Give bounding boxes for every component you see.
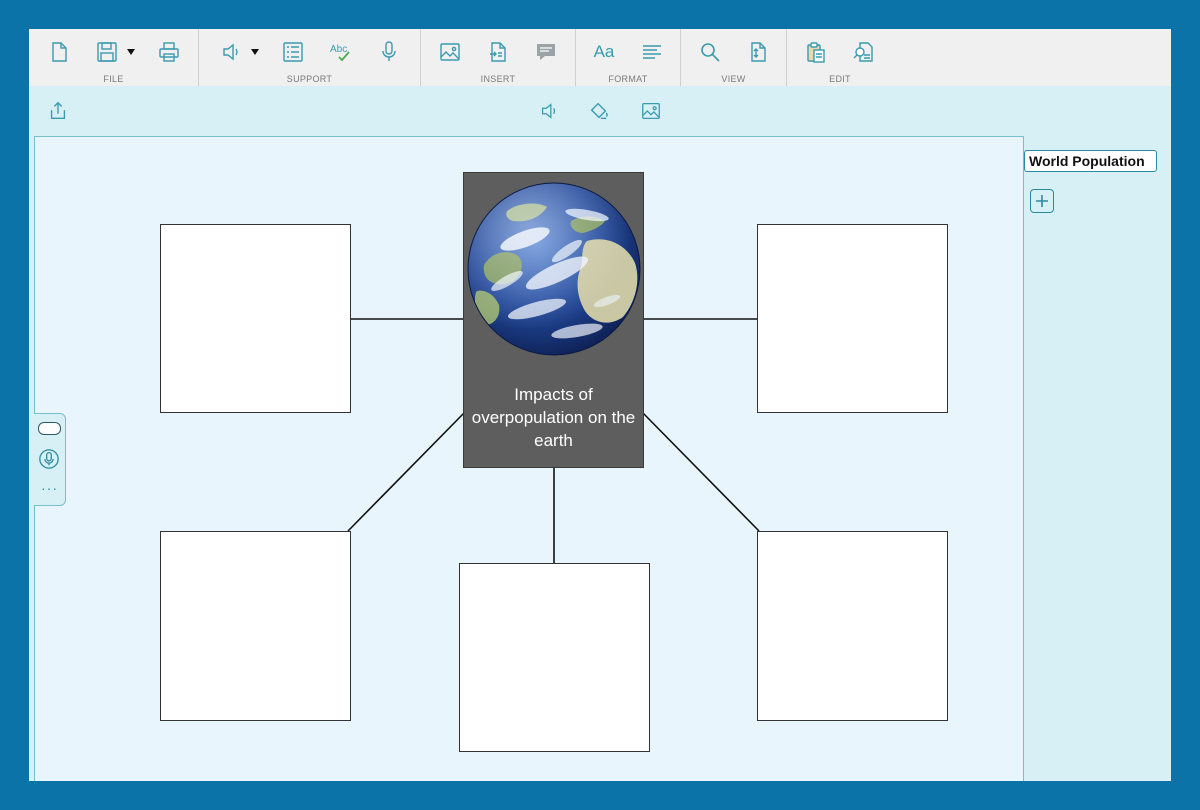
list-icon <box>282 42 303 62</box>
secondary-toolbar <box>29 86 1171 136</box>
ribbon-group-format: Aa FORMAT <box>576 29 681 86</box>
topic-box-bottom-right[interactable] <box>757 531 948 721</box>
ribbon-group-insert: INSERT <box>421 29 576 86</box>
paint-bucket-icon <box>590 102 608 120</box>
save-dropdown-button[interactable] <box>125 37 137 67</box>
picture-icon <box>440 43 460 61</box>
print-button[interactable] <box>153 37 185 67</box>
ribbon-toolbar: FILE Abc SUPPORT INSERT Aa FORMAT VIEW E… <box>29 29 1171 86</box>
fill-color-button[interactable] <box>586 98 612 124</box>
central-topic-text: Impacts of overpopulation on the earth <box>471 385 636 450</box>
topic-box-top-left[interactable] <box>160 224 351 413</box>
magnifier-icon <box>700 43 720 62</box>
font-format-button[interactable]: Aa <box>588 37 620 67</box>
word-list-button[interactable] <box>277 37 309 67</box>
paste-button[interactable] <box>800 37 832 67</box>
insert-document-icon <box>490 42 506 62</box>
share-button[interactable] <box>45 98 71 124</box>
left-tool-panel: ··· <box>34 413 66 506</box>
new-document-button[interactable] <box>43 37 75 67</box>
comment-icon <box>537 44 555 60</box>
central-topic[interactable]: Impacts of overpopulation on the earth <box>463 172 644 468</box>
app-window: FILE Abc SUPPORT INSERT Aa FORMAT VIEW E… <box>29 29 1171 781</box>
ribbon-group-view: VIEW <box>681 29 787 86</box>
insert-comment-button[interactable] <box>530 37 562 67</box>
topic-box-top-right[interactable] <box>757 224 948 413</box>
shape-tool-button[interactable] <box>38 422 61 435</box>
share-icon <box>50 101 66 120</box>
speak-button[interactable] <box>215 37 247 67</box>
spellcheck-icon: Abc <box>330 44 350 62</box>
paragraph-format-button[interactable] <box>636 37 668 67</box>
caret-down-icon <box>126 49 135 55</box>
save-button[interactable] <box>91 37 123 67</box>
font-icon: Aa <box>593 42 615 61</box>
find-replace-button[interactable] <box>848 37 880 67</box>
printer-icon <box>158 42 179 62</box>
add-page-button[interactable] <box>1030 189 1054 213</box>
speaker-icon <box>541 103 556 119</box>
clipboard-icon <box>807 42 825 63</box>
topic-box-bottom-left[interactable] <box>160 531 351 721</box>
speaker-icon <box>222 43 238 61</box>
read-aloud-button[interactable] <box>536 98 562 124</box>
earth-globe-image <box>467 182 641 356</box>
topic-box-bottom-center[interactable] <box>459 563 650 752</box>
plus-icon <box>1036 195 1048 207</box>
find-replace-icon <box>853 42 873 62</box>
ribbon-group-label: VIEW <box>721 74 746 84</box>
page-size-button[interactable] <box>742 37 774 67</box>
more-options-button[interactable]: ··· <box>34 480 65 496</box>
spellcheck-button[interactable]: Abc <box>325 37 357 67</box>
ribbon-group-label: FILE <box>103 74 124 84</box>
picture-icon <box>642 103 660 119</box>
dictation-button[interactable] <box>373 37 405 67</box>
ribbon-group-label: INSERT <box>480 74 516 84</box>
ribbon-group-label: FORMAT <box>608 74 648 84</box>
ribbon-group-edit: EDIT <box>787 29 893 86</box>
save-icon <box>96 42 117 62</box>
background-image-button[interactable] <box>638 98 664 124</box>
zoom-button[interactable] <box>694 37 726 67</box>
right-panel: World Population <box>1024 136 1171 781</box>
insert-text-button[interactable] <box>482 37 514 67</box>
microphone-icon[interactable] <box>38 448 60 470</box>
ribbon-group-label: SUPPORT <box>286 74 333 84</box>
new-document-icon <box>51 42 67 62</box>
insert-picture-button[interactable] <box>434 37 466 67</box>
ribbon-group-label: EDIT <box>829 74 851 84</box>
ribbon-group-support: Abc SUPPORT <box>199 29 421 86</box>
speak-dropdown-button[interactable] <box>249 37 261 67</box>
ribbon-group-file: FILE <box>29 29 199 86</box>
page-size-icon <box>750 42 766 62</box>
page-tab-world-population[interactable]: World Population <box>1024 150 1157 172</box>
mind-map-canvas[interactable]: Impacts of overpopulation on the earth <box>34 136 1024 781</box>
caret-down-icon <box>250 49 259 55</box>
align-left-icon <box>643 45 661 59</box>
svg-text:Abc: Abc <box>330 44 347 55</box>
microphone-icon <box>381 41 396 61</box>
